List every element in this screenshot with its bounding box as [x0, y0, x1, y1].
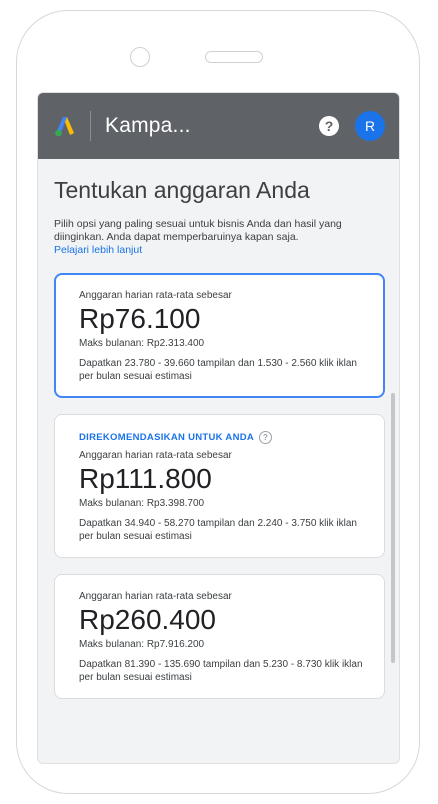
budget-label: Anggaran harian rata-rata sebesar — [79, 450, 232, 461]
intro-description: Pilih opsi yang paling sesuai untuk bisn… — [54, 218, 342, 243]
budget-amount: Rp111.800 — [79, 463, 212, 494]
recommended-label: DIREKOMENDASIKAN UNTUK ANDA — [79, 432, 255, 443]
app-screen: Kampa... ? R Tentukan anggaran Anda Pili… — [37, 92, 400, 764]
monthly-max: Maks bulanan: Rp3.398.700 — [79, 498, 205, 509]
monthly-max: Maks bulanan: Rp7.916.200 — [79, 639, 205, 650]
estimate-text: Dapatkan 34.940 - 58.270 tampilan dan 2.… — [79, 518, 357, 542]
recommended-badge: DIREKOMENDASIKAN UNTUK ANDA ? — [79, 431, 364, 444]
estimate-text: Dapatkan 81.390 - 135.690 tampilan dan 5… — [79, 659, 363, 683]
learn-more-link[interactable]: Pelajari lebih lanjut — [54, 244, 385, 257]
budget-option-3[interactable]: Anggaran harian rata-rata sebesar Rp260.… — [54, 574, 385, 699]
intro-text: Pilih opsi yang paling sesuai untuk bisn… — [54, 218, 385, 257]
info-icon[interactable]: ? — [259, 431, 273, 444]
budget-option-1[interactable]: Anggaran harian rata-rata sebesar Rp76.1… — [54, 273, 385, 398]
page-title: Tentukan anggaran Anda — [54, 177, 310, 203]
budget-amount: Rp76.100 — [79, 303, 201, 334]
phone-frame: Kampa... ? R Tentukan anggaran Anda Pili… — [16, 10, 420, 794]
scrollbar[interactable] — [391, 393, 395, 663]
budget-label: Anggaran harian rata-rata sebesar — [79, 591, 232, 602]
app-bar: Kampa... ? R — [38, 93, 399, 159]
budget-amount: Rp260.400 — [79, 604, 217, 635]
app-bar-divider — [90, 111, 91, 141]
help-icon[interactable]: ? — [319, 116, 339, 136]
speaker-grille — [205, 51, 263, 63]
camera-icon — [130, 47, 150, 67]
main-content: Tentukan anggaran Anda Pilih opsi yang p… — [38, 159, 399, 699]
estimate-text: Dapatkan 23.780 - 39.660 tampilan dan 1.… — [79, 358, 357, 382]
budget-option-2[interactable]: DIREKOMENDASIKAN UNTUK ANDA ? Anggaran h… — [54, 414, 385, 558]
app-title: Kampa... — [105, 114, 191, 137]
budget-label: Anggaran harian rata-rata sebesar — [79, 290, 232, 301]
avatar[interactable]: R — [355, 111, 385, 141]
monthly-max: Maks bulanan: Rp2.313.400 — [79, 338, 205, 349]
google-ads-logo-icon — [55, 117, 74, 137]
